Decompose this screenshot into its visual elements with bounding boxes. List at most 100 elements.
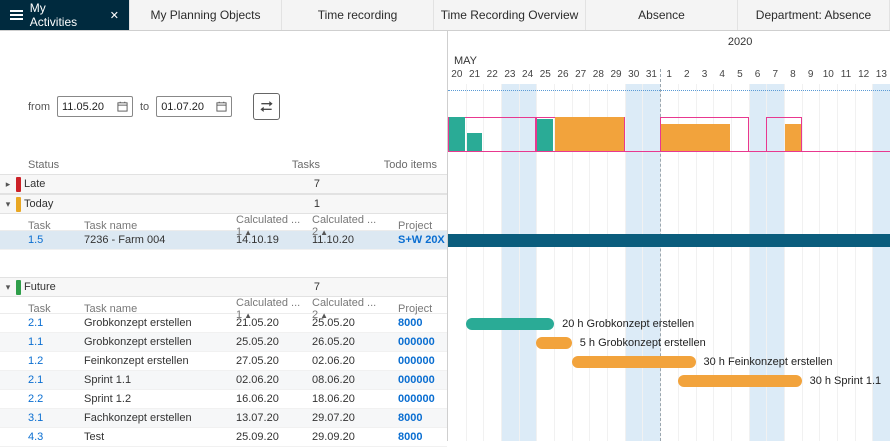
close-icon[interactable]: ✕	[110, 9, 119, 22]
utilization-bar	[449, 117, 465, 152]
chevron-down-icon[interactable]: ▾	[0, 282, 16, 293]
tab-label: My Planning Objects	[150, 8, 260, 22]
from-label: from	[28, 101, 50, 113]
tab-label: Department: Absence	[756, 8, 871, 22]
gantt-body: 20 h Grobkonzept erstellen5 h Grobkonzep…	[448, 84, 890, 441]
gantt-bar[interactable]	[448, 234, 890, 247]
day-label: 21	[466, 69, 484, 84]
day-label: 24	[519, 69, 537, 84]
task-row[interactable]: 1.1Grobkonzept erstellen25.05.2026.05.20…	[0, 333, 447, 352]
task-name: Sprint 1.1	[84, 374, 236, 386]
col-header-task-name[interactable]: Task name	[84, 303, 236, 315]
col-header-task[interactable]: Task	[28, 220, 84, 232]
tab-my-activities[interactable]: My Activities ✕	[0, 0, 130, 30]
task-number-link[interactable]: 1.1	[28, 336, 84, 348]
project-link[interactable]: 000000	[388, 393, 447, 405]
column-header-row: TaskTask nameCalculated ... 1▲Calculated…	[0, 214, 447, 231]
group-task-count: 1	[252, 198, 332, 210]
group-task-count: 7	[252, 178, 332, 190]
project-link[interactable]: 8000	[388, 412, 447, 424]
day-label: 28	[590, 69, 608, 84]
project-link[interactable]: 000000	[388, 355, 447, 367]
gantt-bar-label: 30 h Feinkonzept erstellen	[704, 356, 833, 368]
gantt-bar[interactable]	[536, 337, 571, 349]
project-link[interactable]: 000000	[388, 336, 447, 348]
tasks-column-header: Tasks	[252, 159, 332, 171]
menu-icon[interactable]	[10, 10, 23, 20]
tab-time-recording[interactable]: Time recording	[282, 0, 434, 30]
project-link[interactable]: 000000	[388, 374, 447, 386]
task-number-link[interactable]: 1.2	[28, 355, 84, 367]
tab-bar: My Activities ✕ My Planning Objects Time re…	[0, 0, 890, 31]
calendar-icon[interactable]	[117, 101, 128, 112]
group-label: Today	[24, 198, 252, 210]
day-label: 1	[660, 69, 678, 84]
group-row-future[interactable]: ▾ Future7	[0, 277, 447, 297]
day-label: 2	[678, 69, 696, 84]
tab-label: Time recording	[318, 8, 398, 22]
day-label: 8	[784, 69, 802, 84]
day-label: 30	[625, 69, 643, 84]
task-number-link[interactable]: 2.2	[28, 393, 84, 405]
group-row-late[interactable]: ▸Late7	[0, 174, 447, 194]
calculated-date-1: 14.10.19	[236, 234, 312, 246]
to-date-input[interactable]: 01.07.20	[156, 96, 232, 117]
day-label: 5	[731, 69, 749, 84]
col-header-task[interactable]: Task	[28, 303, 84, 315]
refresh-button[interactable]	[253, 93, 280, 120]
date-range-filter: from 11.05.20 to 01.07.20	[28, 93, 280, 120]
task-row[interactable]: 1.57236 - Farm 00414.10.1911.10.20S+W 20…	[0, 231, 447, 250]
group-label: Future	[24, 281, 252, 293]
group-row-today[interactable]: ▾ Today1	[0, 194, 447, 214]
chevron-right-icon[interactable]: ▸	[0, 179, 16, 190]
day-label: 10	[819, 69, 837, 84]
task-row[interactable]: 4.3Test25.09.2029.09.208000	[0, 428, 447, 447]
calculated-date-2: 29.07.20	[312, 412, 388, 424]
from-date-value: 11.05.20	[62, 101, 104, 113]
col-header-project[interactable]: Project	[388, 303, 447, 315]
gantt-month-label: MAY	[454, 55, 477, 67]
calculated-date-2: 08.06.20	[312, 374, 388, 386]
task-number-link[interactable]: 4.3	[28, 431, 84, 443]
task-number-link[interactable]: 3.1	[28, 412, 84, 424]
capacity-limit-line	[448, 151, 890, 152]
tab-absence[interactable]: Absence	[586, 0, 738, 30]
day-label: 31	[643, 69, 661, 84]
day-label: 27	[572, 69, 590, 84]
tab-time-recording-overview[interactable]: Time Recording Overview	[434, 0, 586, 30]
task-table: Status Tasks Todo items ▸Late7 ▾ Today1 Tas…	[0, 156, 447, 447]
task-number-link[interactable]: 1.5	[28, 234, 84, 246]
main-area: from 11.05.20 to 01.07.20 Status	[0, 31, 890, 441]
from-date-input[interactable]: 11.05.20	[57, 96, 133, 117]
task-row[interactable]: 2.1Grobkonzept erstellen21.05.2025.05.20…	[0, 314, 447, 333]
chevron-down-icon[interactable]: ▾	[0, 199, 16, 210]
todo-items-column-header: Todo items	[332, 159, 447, 171]
status-column-header: Status	[28, 159, 252, 171]
col-header-project[interactable]: Project	[388, 220, 447, 232]
gantt-bar[interactable]	[572, 356, 696, 368]
col-header-task-name[interactable]: Task name	[84, 220, 236, 232]
group-task-count: 7	[252, 281, 332, 293]
project-link[interactable]: S+W 20X	[388, 234, 447, 246]
task-row[interactable]: 2.1Sprint 1.102.06.2008.06.20000000	[0, 371, 447, 390]
gantt-bar[interactable]	[466, 318, 554, 330]
task-row[interactable]: 2.2Sprint 1.216.06.2018.06.20000000	[0, 390, 447, 409]
day-label: 23	[501, 69, 519, 84]
tab-department-absence[interactable]: Department: Absence	[738, 0, 890, 30]
project-link[interactable]: 8000	[388, 317, 447, 329]
day-label: 6	[749, 69, 767, 84]
task-number-link[interactable]: 2.1	[28, 374, 84, 386]
day-label: 9	[802, 69, 820, 84]
task-row[interactable]: 3.1Fachkonzept erstellen13.07.2029.07.20…	[0, 409, 447, 428]
project-link[interactable]: 8000	[388, 431, 447, 443]
task-row[interactable]: 1.2Feinkonzept erstellen27.05.2002.06.20…	[0, 352, 447, 371]
calculated-date-1: 25.09.20	[236, 431, 312, 443]
task-number-link[interactable]: 2.1	[28, 317, 84, 329]
tab-label: My Activities	[30, 1, 95, 29]
group-gap	[0, 250, 447, 277]
tab-label: Time Recording Overview	[441, 8, 579, 22]
tab-my-planning-objects[interactable]: My Planning Objects	[130, 0, 282, 30]
calendar-icon[interactable]	[216, 101, 227, 112]
calculated-date-2: 02.06.20	[312, 355, 388, 367]
gantt-bar[interactable]	[678, 375, 802, 387]
